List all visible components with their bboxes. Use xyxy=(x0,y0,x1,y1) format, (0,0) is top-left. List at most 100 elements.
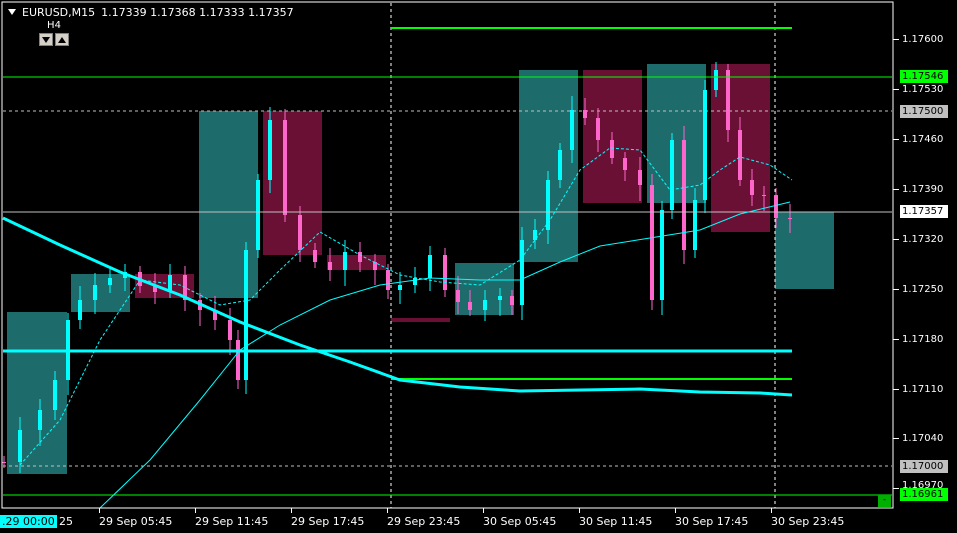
ohlc-values: 1.17339 1.17368 1.17333 1.17357 xyxy=(101,5,294,19)
candle-body xyxy=(520,240,524,305)
candle-body xyxy=(750,180,754,195)
price-tick-label: 1.17110 xyxy=(902,384,944,395)
candle-body xyxy=(714,70,718,90)
candle-body xyxy=(443,255,447,290)
chart-menu-arrow-icon[interactable] xyxy=(8,9,16,15)
candle-body xyxy=(283,120,287,215)
candle-body xyxy=(693,200,697,250)
time-tick-label: 30 Sep 11:45 xyxy=(579,515,653,528)
candle-body xyxy=(93,285,97,300)
symbol-timeframe: EURUSD,M15 xyxy=(22,5,96,19)
arrow-down-icon xyxy=(42,36,50,43)
h4-box xyxy=(391,318,450,322)
candle-body xyxy=(386,270,390,290)
candle-body xyxy=(228,320,232,340)
price-tick-label: 1.17600 xyxy=(902,34,944,45)
chart-shift-button[interactable]: - xyxy=(878,495,891,507)
price-tick-mark xyxy=(893,438,899,439)
candle-body xyxy=(236,340,240,380)
candle-body xyxy=(738,130,742,180)
candle-body xyxy=(244,250,248,380)
level-price-label: 1.16961 xyxy=(900,488,948,501)
cursor-time-label: .29 00:00 xyxy=(0,515,57,528)
price-tick-mark xyxy=(893,339,899,340)
time-tick-label: 29 Sep 17:45 xyxy=(291,515,365,528)
candle-body xyxy=(313,250,317,262)
bid-price-label: 1.17357 xyxy=(900,205,948,218)
timeframe-down-button[interactable] xyxy=(39,33,53,46)
candle-body xyxy=(788,218,792,219)
timeframe-selector: H4 xyxy=(38,19,70,48)
price-tick-mark xyxy=(893,139,899,140)
chart-header: EURUSD,M15 1.17339 1.17368 1.17333 1.173… xyxy=(0,4,294,20)
time-tick-mark xyxy=(99,508,100,513)
time-label-fragment: 25 xyxy=(59,515,73,528)
timeframe-up-button[interactable] xyxy=(55,33,69,46)
time-tick-mark xyxy=(195,508,196,513)
time-tick-label: 29 Sep 23:45 xyxy=(387,515,461,528)
level-price-label: 1.17546 xyxy=(900,70,948,83)
h4-box xyxy=(647,64,706,203)
price-tick-mark xyxy=(893,239,899,240)
candle-body xyxy=(256,180,260,250)
h4-candle-boxes xyxy=(7,64,834,474)
candle-body xyxy=(596,118,600,140)
chart-window[interactable]: EURUSD,M15 1.17339 1.17368 1.17333 1.173… xyxy=(0,0,957,533)
candle-body xyxy=(328,262,332,270)
time-tick-mark xyxy=(771,508,772,513)
candle-body xyxy=(510,296,514,305)
price-tick-mark xyxy=(893,89,899,90)
candle-body xyxy=(413,278,417,285)
price-tick-mark xyxy=(893,488,899,489)
candle-body xyxy=(583,110,587,118)
h4-box xyxy=(199,111,258,298)
timeframe-label: H4 xyxy=(38,19,70,32)
price-tick-label: 1.17390 xyxy=(902,184,944,195)
candle-body xyxy=(358,252,362,262)
candle-body xyxy=(398,285,402,290)
candle-body xyxy=(18,430,22,462)
time-tick-label: 30 Sep 23:45 xyxy=(771,515,845,528)
candle-body xyxy=(638,170,642,185)
candle-body xyxy=(703,90,707,200)
arrow-up-icon xyxy=(58,36,66,43)
price-tick-label: 1.17320 xyxy=(902,234,944,245)
h4-box xyxy=(775,212,834,289)
candle-body xyxy=(650,185,654,300)
candle-body xyxy=(610,140,614,158)
h4-box xyxy=(327,255,386,270)
h4-box xyxy=(7,312,67,474)
candle-body xyxy=(468,302,472,310)
candle-body xyxy=(373,262,377,270)
candle-body xyxy=(483,300,487,310)
candle-body xyxy=(268,120,272,180)
price-tick-label: 1.17530 xyxy=(902,84,944,95)
candle-body xyxy=(726,70,730,130)
price-tick-label: 1.17460 xyxy=(902,134,944,145)
candle-body xyxy=(108,278,112,285)
time-tick-label: 29 Sep 05:45 xyxy=(99,515,173,528)
candle-body xyxy=(456,290,460,302)
price-tick-label: 1.17180 xyxy=(902,334,944,345)
time-tick-label: 30 Sep 17:45 xyxy=(675,515,749,528)
time-tick-label: 30 Sep 05:45 xyxy=(483,515,557,528)
candle-body xyxy=(774,195,778,218)
candle-body xyxy=(762,195,766,196)
price-chart[interactable] xyxy=(0,0,957,533)
candle-body xyxy=(670,140,674,210)
candle-body xyxy=(298,215,302,250)
price-tick-label: 1.17250 xyxy=(902,284,944,295)
candle-body xyxy=(498,296,502,300)
time-tick-mark xyxy=(483,508,484,513)
candle-body xyxy=(428,255,432,278)
hline-price-label: 1.17500 xyxy=(900,105,948,118)
time-tick-mark xyxy=(579,508,580,513)
candle-body xyxy=(570,110,574,150)
time-tick-mark xyxy=(675,508,676,513)
price-tick-mark xyxy=(893,39,899,40)
candle-body xyxy=(660,210,664,300)
candle-body xyxy=(682,140,686,250)
price-tick-mark xyxy=(893,189,899,190)
price-tick-mark xyxy=(893,389,899,390)
candle-body xyxy=(38,410,42,430)
